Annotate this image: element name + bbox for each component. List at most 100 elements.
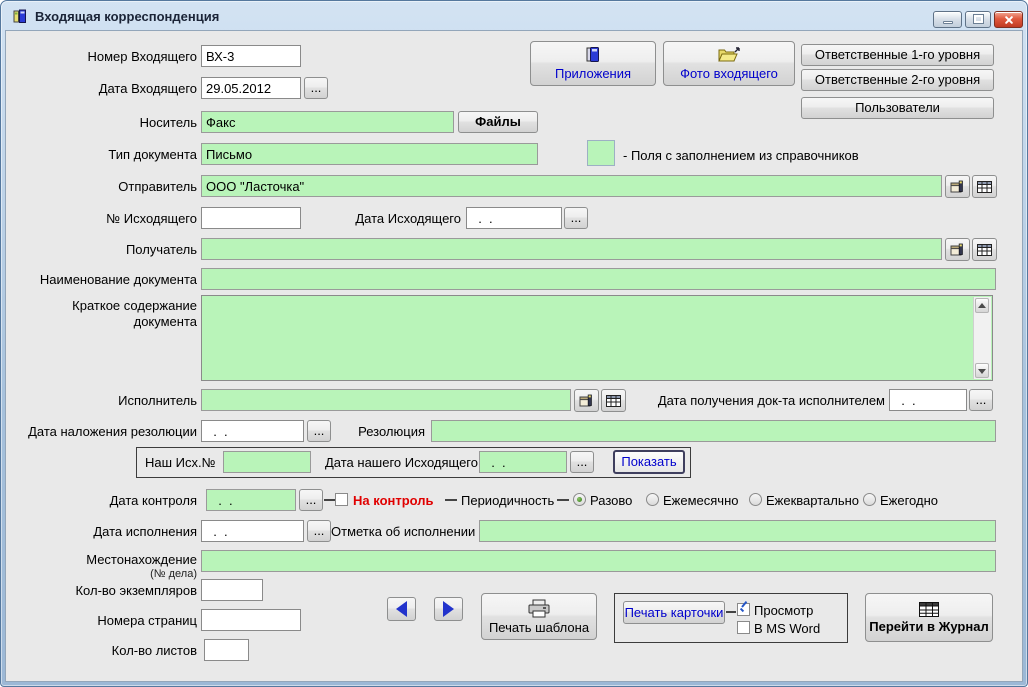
resolution-date-field[interactable]: . . [201,420,304,442]
page-numbers-label: Номера страниц [97,613,197,628]
incoming-date-label: Дата Входящего [98,81,197,96]
location-label: Местонахождение [86,552,197,567]
copies-count-field[interactable] [201,579,263,601]
ms-word-checkbox[interactable] [737,621,750,634]
sender-field[interactable]: ООО "Ласточка" [201,175,942,197]
goto-journal-label: Перейти в Журнал [869,618,989,634]
resolution-date-label: Дата наложения резолюции [28,424,197,439]
summary-textarea[interactable] [201,295,993,381]
journal-table-icon [919,601,939,617]
doc-type-field[interactable]: Письмо [201,143,538,165]
executor-directory-button[interactable] [574,389,599,412]
executor-label: Исполнитель [118,393,197,408]
control-date-field[interactable]: . . [206,489,296,511]
recipient-field[interactable] [201,238,942,260]
photo-incoming-button[interactable]: Фото входящего [663,41,795,86]
books-icon [13,8,29,24]
periodicity-once-label: Разово [590,493,633,508]
connector-line [726,611,736,613]
responsible-level2-button[interactable]: Ответственные 2-го уровня [801,69,994,91]
triangle-up-icon [978,303,986,308]
connector-line [445,499,457,501]
next-record-button[interactable] [434,597,463,621]
control-date-picker-button[interactable]: ... [299,489,323,511]
outgoing-date-picker-button[interactable]: ... [564,207,588,229]
close-button[interactable] [994,11,1023,28]
incoming-date-field[interactable]: 29.05.2012 [201,77,301,99]
location-field[interactable] [201,550,996,572]
our-outgoing-date-picker-button[interactable]: ... [570,451,594,473]
show-button[interactable]: Показать [613,450,685,474]
incoming-date-picker-button[interactable]: ... [304,77,328,99]
our-outgoing-date-field[interactable]: . . [479,451,567,473]
periodicity-radio-quarterly[interactable] [749,493,762,506]
connector-line [324,499,335,501]
table-icon [606,394,621,407]
our-outgoing-date-label: Дата нашего Исходящего [325,455,478,470]
execution-date-picker-button[interactable]: ... [307,520,331,542]
periodicity-label: Периодичность [461,493,555,508]
attachments-button[interactable]: Приложения [530,41,656,86]
scroll-down-button[interactable] [975,363,989,378]
minimize-button[interactable] [933,11,962,28]
preview-label: Просмотр [754,603,814,618]
responsible-level1-button[interactable]: Ответственные 1-го уровня [801,44,994,66]
goto-journal-button[interactable]: Перейти в Журнал [865,593,993,642]
ms-word-label: В MS Word [754,621,821,636]
outgoing-number-label: № Исходящего [106,211,197,226]
attachments-button-label: Приложения [554,66,632,81]
preview-checkbox[interactable] [737,603,750,616]
execution-date-label: Дата исполнения [93,524,197,539]
sender-label: Отправитель [118,179,197,194]
maximize-button[interactable] [965,11,991,28]
files-button[interactable]: Файлы [458,111,538,133]
execution-date-field[interactable]: . . [201,520,304,542]
print-template-label: Печать шаблона [488,619,590,635]
attachments-book-icon [584,46,602,64]
execution-mark-field[interactable] [479,520,996,542]
executor-field[interactable] [201,389,571,411]
directory-icon [950,243,965,257]
executor-received-date-field[interactable]: . . [889,389,967,411]
photo-incoming-button-label: Фото входящего [680,66,778,81]
outgoing-date-label: Дата Исходящего [355,211,461,226]
carrier-label: Носитель [139,115,197,130]
minimize-icon [942,21,953,24]
print-card-button[interactable]: Печать карточки [623,601,725,624]
recipient-directory-button[interactable] [945,238,970,261]
close-icon [995,12,1022,27]
periodicity-radio-once[interactable] [573,493,586,506]
sender-table-button[interactable] [972,175,997,198]
periodicity-radio-monthly[interactable] [646,493,659,506]
executor-table-button[interactable] [601,389,626,412]
printer-icon [526,599,552,618]
incoming-number-field[interactable]: ВХ-3 [201,45,301,67]
outgoing-number-field[interactable] [201,207,301,229]
on-control-checkbox[interactable] [335,493,348,506]
resolution-field[interactable] [431,420,996,442]
our-outgoing-number-field[interactable] [223,451,311,473]
periodicity-radio-yearly[interactable] [863,493,876,506]
execution-mark-label: Отметка об исполнении [331,524,476,539]
arrow-right-icon [443,601,454,617]
print-template-button[interactable]: Печать шаблона [481,593,597,640]
incoming-number-label: Номер Входящего [87,49,197,64]
summary-label-line2: документа [133,314,197,329]
executor-received-date-picker-button[interactable]: ... [969,389,993,411]
page-numbers-field[interactable] [201,609,301,631]
triangle-down-icon [978,369,986,374]
periodicity-quarterly-label: Ежеквартально [766,493,860,508]
users-button[interactable]: Пользователи [801,97,994,119]
resolution-date-picker-button[interactable]: ... [307,420,331,442]
carrier-field[interactable]: Факс [201,111,454,133]
doc-name-field[interactable] [201,268,996,290]
summary-scrollbar[interactable] [973,297,991,379]
sheets-count-field[interactable] [204,639,249,661]
recipient-table-button[interactable] [972,238,997,261]
photo-folder-icon [717,46,741,64]
outgoing-date-field[interactable]: . . [466,207,562,229]
sender-directory-button[interactable] [945,175,970,198]
scroll-up-button[interactable] [975,298,989,313]
prev-record-button[interactable] [387,597,416,621]
control-date-label: Дата контроля [109,493,197,508]
